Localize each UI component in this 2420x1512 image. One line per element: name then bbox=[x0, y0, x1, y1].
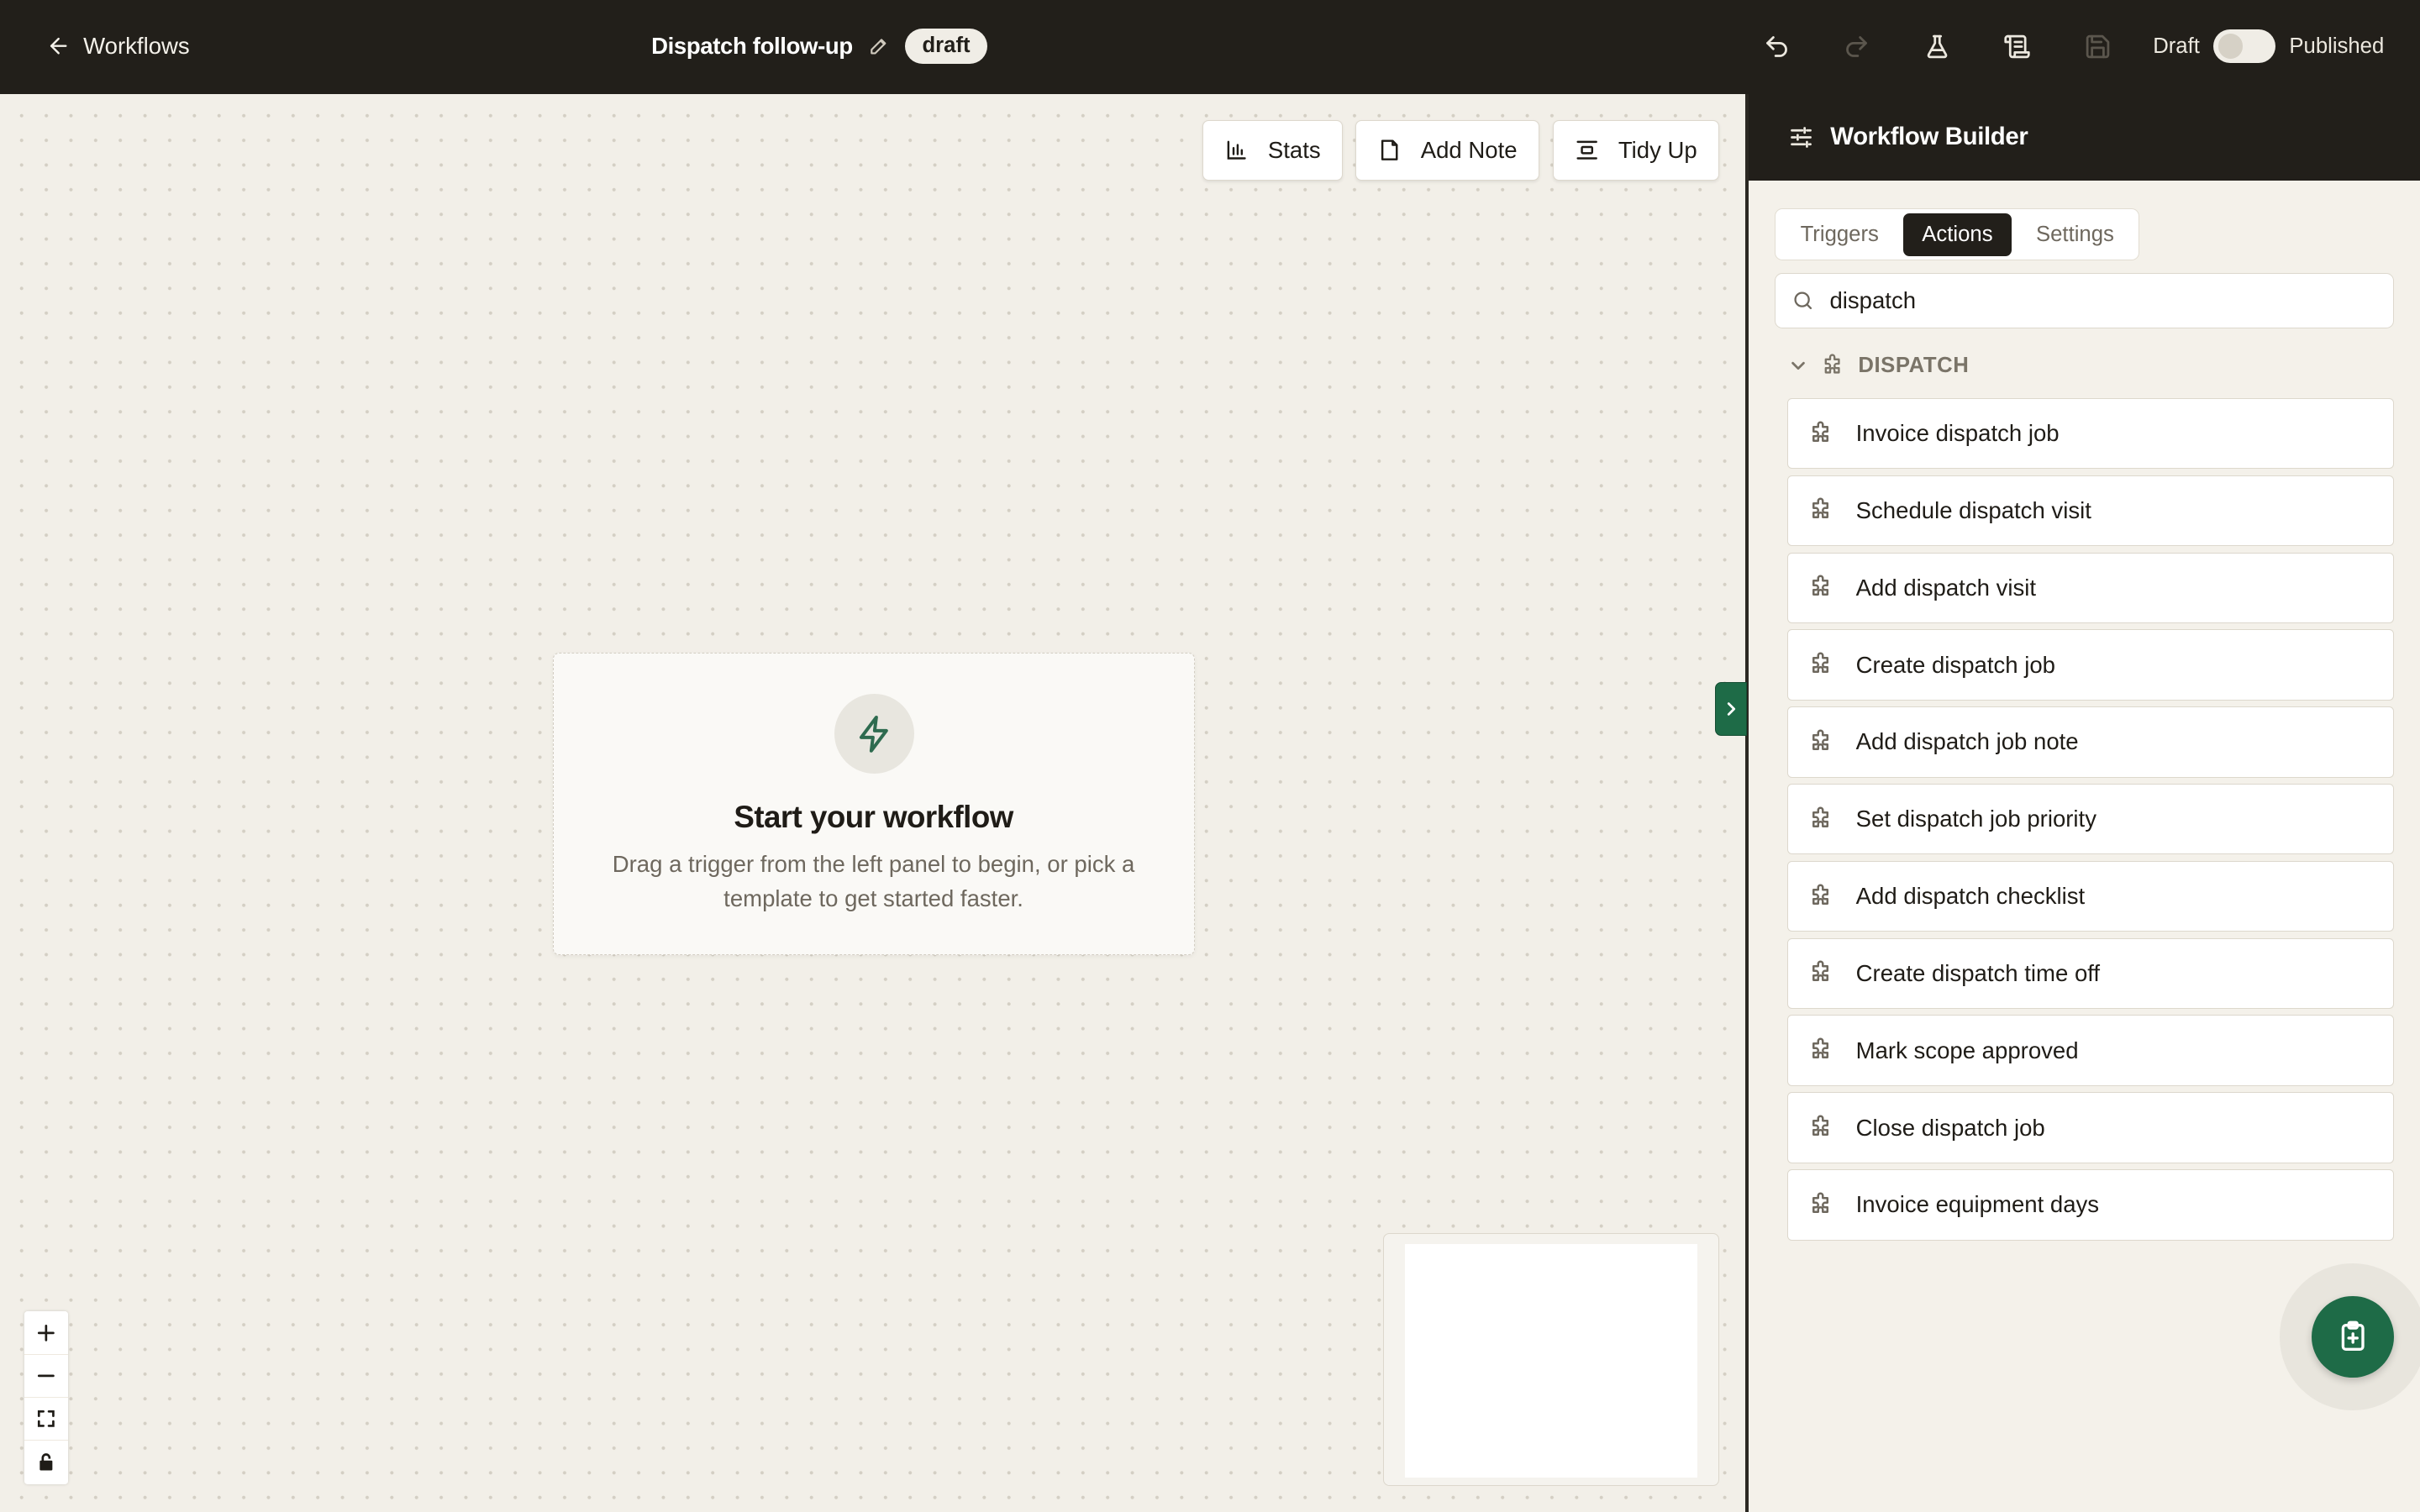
fit-view-button[interactable] bbox=[24, 1398, 68, 1441]
top-bar: Workflows Dispatch follow-up draft Draft bbox=[0, 0, 2420, 95]
empty-state-card: Start your workflow Drag a trigger from … bbox=[552, 652, 1195, 955]
collapse-panel-button[interactable] bbox=[1714, 681, 1748, 737]
chevron-down-icon bbox=[1789, 356, 1807, 375]
puzzle-icon bbox=[1807, 496, 1834, 524]
action-item[interactable]: Create dispatch time off bbox=[1786, 937, 2394, 1010]
plus-icon bbox=[35, 1322, 57, 1344]
action-item-label: Add dispatch visit bbox=[1855, 574, 2037, 601]
empty-state-title: Start your workflow bbox=[734, 800, 1013, 835]
search-box bbox=[1775, 273, 2394, 329]
puzzle-icon bbox=[1807, 574, 1834, 601]
workflow-title-group: Dispatch follow-up draft bbox=[651, 26, 987, 66]
add-note-button[interactable]: Add Note bbox=[1355, 120, 1540, 181]
redo-icon[interactable] bbox=[1839, 29, 1873, 63]
action-item[interactable]: Close dispatch job bbox=[1786, 1092, 2394, 1163]
minus-icon bbox=[35, 1365, 57, 1387]
back-link-label: Workflows bbox=[83, 33, 190, 60]
empty-state-description: Drag a trigger from the left panel to be… bbox=[612, 851, 1135, 911]
action-item-label: Invoice dispatch job bbox=[1855, 420, 2060, 447]
action-item[interactable]: Schedule dispatch visit bbox=[1786, 475, 2394, 547]
published-label: Published bbox=[2289, 34, 2385, 58]
search-input[interactable] bbox=[1829, 287, 2354, 315]
minimap-viewport[interactable] bbox=[1405, 1244, 1697, 1478]
history-icon[interactable] bbox=[2000, 29, 2033, 63]
undo-icon[interactable] bbox=[1760, 29, 1793, 63]
tab-settings[interactable]: Settings bbox=[2018, 213, 2133, 256]
status-badge: draft bbox=[905, 29, 987, 65]
puzzle-icon bbox=[1807, 651, 1834, 679]
search-icon bbox=[1791, 289, 1815, 312]
panel-tabs: Triggers Actions Settings bbox=[1775, 207, 2140, 261]
puzzle-icon bbox=[1807, 806, 1834, 833]
note-icon bbox=[1377, 138, 1402, 162]
clipboard-plus-icon bbox=[2336, 1320, 2370, 1353]
publish-switch[interactable] bbox=[2213, 29, 2275, 64]
puzzle-icon bbox=[1807, 959, 1834, 987]
action-item-label: Mark scope approved bbox=[1855, 1037, 2079, 1063]
lock-icon bbox=[35, 1452, 57, 1473]
save-icon[interactable] bbox=[2081, 29, 2114, 63]
puzzle-icon bbox=[1819, 353, 1845, 379]
workflow-title: Dispatch follow-up bbox=[651, 33, 853, 60]
action-item-label: Add dispatch job note bbox=[1855, 728, 2079, 755]
puzzle-icon bbox=[1807, 1114, 1834, 1142]
chevron-right-icon bbox=[1722, 700, 1740, 718]
align-center-icon bbox=[1575, 138, 1599, 162]
pencil-icon[interactable] bbox=[868, 35, 890, 57]
puzzle-icon bbox=[1807, 728, 1834, 756]
tidy-up-button-label: Tidy Up bbox=[1618, 137, 1697, 164]
draft-label: Draft bbox=[2153, 34, 2200, 58]
action-item[interactable]: Add dispatch visit bbox=[1786, 552, 2394, 623]
workflow-builder-panel: Workflow Builder Triggers Actions Settin… bbox=[1748, 94, 2420, 1512]
lightning-bolt-icon bbox=[834, 693, 915, 774]
sliders-icon bbox=[1787, 123, 1815, 151]
stats-button-label: Stats bbox=[1267, 137, 1321, 164]
tab-actions[interactable]: Actions bbox=[1903, 213, 2012, 256]
fullscreen-icon bbox=[35, 1408, 57, 1430]
workflow-canvas[interactable]: Stats Add Note Tidy Up Start your workfl… bbox=[0, 94, 1746, 1512]
action-item-label: Set dispatch job priority bbox=[1855, 806, 2096, 832]
action-item[interactable]: Set dispatch job priority bbox=[1786, 784, 2394, 855]
puzzle-icon bbox=[1807, 1037, 1834, 1064]
workflow-editor: Workflows Dispatch follow-up draft Draft bbox=[0, 0, 2420, 1512]
zoom-controls bbox=[24, 1311, 68, 1484]
dispatch-group-header[interactable]: DISPATCH bbox=[1789, 349, 1970, 382]
action-item[interactable]: Invoice dispatch job bbox=[1786, 397, 2394, 470]
action-item[interactable]: Add dispatch checklist bbox=[1786, 860, 2394, 932]
action-item-label: Add dispatch checklist bbox=[1855, 883, 2086, 910]
arrow-left-icon bbox=[46, 34, 71, 58]
puzzle-icon bbox=[1807, 883, 1834, 911]
publish-toggle-group: Draft Published bbox=[2153, 28, 2384, 65]
flask-icon[interactable] bbox=[1920, 29, 1954, 63]
action-item[interactable]: Mark scope approved bbox=[1786, 1015, 2394, 1086]
zoom-in-button[interactable] bbox=[24, 1311, 68, 1355]
action-item-label: Close dispatch job bbox=[1855, 1114, 2045, 1141]
stats-button[interactable]: Stats bbox=[1202, 120, 1344, 181]
tidy-up-button[interactable]: Tidy Up bbox=[1552, 120, 1720, 181]
puzzle-icon bbox=[1807, 1191, 1834, 1219]
tab-triggers[interactable]: Triggers bbox=[1782, 213, 1897, 256]
panel-title: Workflow Builder bbox=[1830, 123, 2028, 151]
puzzle-icon bbox=[1807, 420, 1834, 448]
panel-header: Workflow Builder bbox=[1748, 94, 2420, 181]
action-item-label: Create dispatch time off bbox=[1855, 959, 2101, 986]
action-item[interactable]: Invoice equipment days bbox=[1786, 1169, 2394, 1241]
action-item-label: Schedule dispatch visit bbox=[1855, 496, 2091, 523]
bar-chart-icon bbox=[1224, 138, 1249, 162]
zoom-out-button[interactable] bbox=[24, 1355, 68, 1399]
action-item[interactable]: Create dispatch job bbox=[1786, 629, 2394, 701]
action-item[interactable]: Add dispatch job note bbox=[1786, 706, 2394, 778]
minimap[interactable] bbox=[1382, 1232, 1720, 1486]
action-item-label: Create dispatch job bbox=[1855, 651, 2056, 678]
action-list: Invoice dispatch job Schedule dispatch v… bbox=[1786, 397, 2394, 1247]
action-item-label: Invoice equipment days bbox=[1855, 1191, 2100, 1218]
lock-button[interactable] bbox=[24, 1441, 67, 1483]
add-note-button-label: Add Note bbox=[1420, 137, 1518, 164]
back-to-workflows-link[interactable]: Workflows bbox=[46, 29, 190, 63]
add-clipboard-button[interactable] bbox=[2312, 1295, 2394, 1378]
dispatch-group-label: DISPATCH bbox=[1858, 353, 1970, 377]
